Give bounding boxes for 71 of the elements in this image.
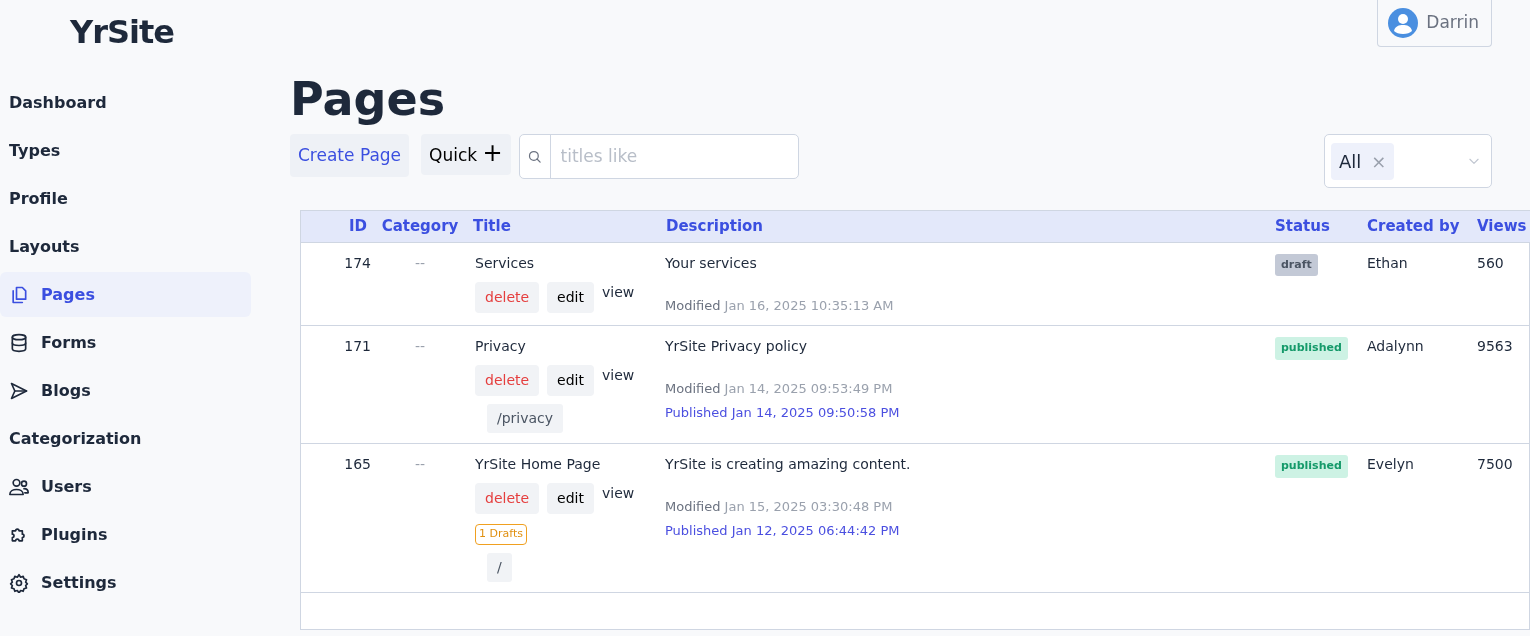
filter-chip-label: All <box>1339 149 1362 174</box>
edit-button[interactable]: edit <box>547 365 594 396</box>
search-icon <box>527 149 543 164</box>
page-title-text: YrSite Home Page <box>475 455 602 474</box>
table-cell: 174 <box>344 254 371 271</box>
status-badge: published <box>1275 455 1348 478</box>
slug-label: /privacy <box>487 404 564 433</box>
slug-label: / <box>487 552 512 582</box>
view-link[interactable]: view <box>602 483 635 504</box>
modified-date: Modified Jan 16, 2025 10:35:13 AM <box>665 296 895 315</box>
page-title-text: Services <box>475 253 536 273</box>
send-icon <box>9 380 29 401</box>
column-header: Description <box>661 211 1271 242</box>
pages-icon <box>9 284 29 305</box>
description-text: Your services <box>665 253 758 273</box>
sidebar-item[interactable]: Plugins <box>0 512 251 557</box>
view-link[interactable]: view <box>602 365 635 386</box>
published-date: Published Jan 14, 2025 09:50:58 PM <box>665 403 901 422</box>
sidebar-item[interactable]: Dashboard <box>0 80 251 125</box>
users-icon <box>9 476 29 497</box>
sidebar-item[interactable]: Forms <box>0 320 251 365</box>
search-box[interactable]: titles like <box>518 134 799 179</box>
search-field[interactable]: titles like <box>550 135 798 178</box>
table-cell: Evelyn <box>1367 456 1414 472</box>
table-cell: 560 <box>1477 254 1504 271</box>
edit-button[interactable]: edit <box>547 281 594 313</box>
sidebar-item[interactable]: Categorization <box>0 416 251 461</box>
table-cell: -- <box>414 338 426 354</box>
drafts-badge: 1 Drafts <box>475 524 527 545</box>
sidebar-item[interactable]: Pages <box>0 272 251 317</box>
page-title-text: Privacy <box>475 337 527 356</box>
create-page-button[interactable]: Create Page <box>290 134 410 177</box>
sidebar-item[interactable]: Types <box>0 128 251 173</box>
sidebar-item[interactable]: Settings <box>0 560 251 605</box>
view-link[interactable]: view <box>602 281 635 303</box>
delete-button[interactable]: delete <box>475 483 540 514</box>
published-date: Published Jan 12, 2025 06:44:42 PM <box>665 521 901 540</box>
settings-icon <box>9 572 29 593</box>
edit-button[interactable]: edit <box>547 483 594 514</box>
description-text: YrSite Privacy policy <box>665 337 808 356</box>
column-header: Created by <box>1363 211 1473 242</box>
delete-button[interactable]: delete <box>475 365 540 396</box>
column-header: Views <box>1473 211 1530 242</box>
user-menu-button[interactable]: Darrin <box>1377 0 1492 47</box>
site-logo[interactable]: YrSite <box>0 0 260 80</box>
status-badge: draft <box>1275 253 1318 276</box>
table-cell: 9563 <box>1477 338 1513 354</box>
user-avatar-icon <box>1388 8 1419 38</box>
column-header: Category <box>371 211 469 242</box>
modified-date: Modified Jan 14, 2025 09:53:49 PM <box>665 380 894 398</box>
table-cell: Ethan <box>1367 254 1408 271</box>
database-icon <box>9 332 29 353</box>
sidebar-item[interactable]: Users <box>0 464 251 509</box>
column-header: Title <box>469 211 661 242</box>
column-header: ID <box>301 211 371 242</box>
column-header: Status <box>1271 211 1363 242</box>
status-badge: published <box>1275 337 1348 360</box>
status-filter-select[interactable]: All × <box>1324 134 1492 188</box>
sidebar-item[interactable]: Blogs <box>0 368 251 413</box>
modified-date: Modified Jan 15, 2025 03:30:48 PM <box>665 498 894 516</box>
sidebar-item[interactable]: Profile <box>0 176 251 221</box>
table-cell: 171 <box>344 338 371 354</box>
description-text: YrSite is creating amazing content. <box>665 455 912 474</box>
table-cell: Adalynn <box>1367 338 1424 354</box>
table-cell: -- <box>414 254 426 271</box>
table-cell: 7500 <box>1477 456 1513 472</box>
delete-button[interactable]: delete <box>475 281 540 313</box>
quick-add-button[interactable]: Quick + <box>421 134 511 175</box>
table-cell: 165 <box>344 456 371 472</box>
table-cell: -- <box>414 456 426 472</box>
sidebar-item[interactable]: Layouts <box>0 224 251 269</box>
